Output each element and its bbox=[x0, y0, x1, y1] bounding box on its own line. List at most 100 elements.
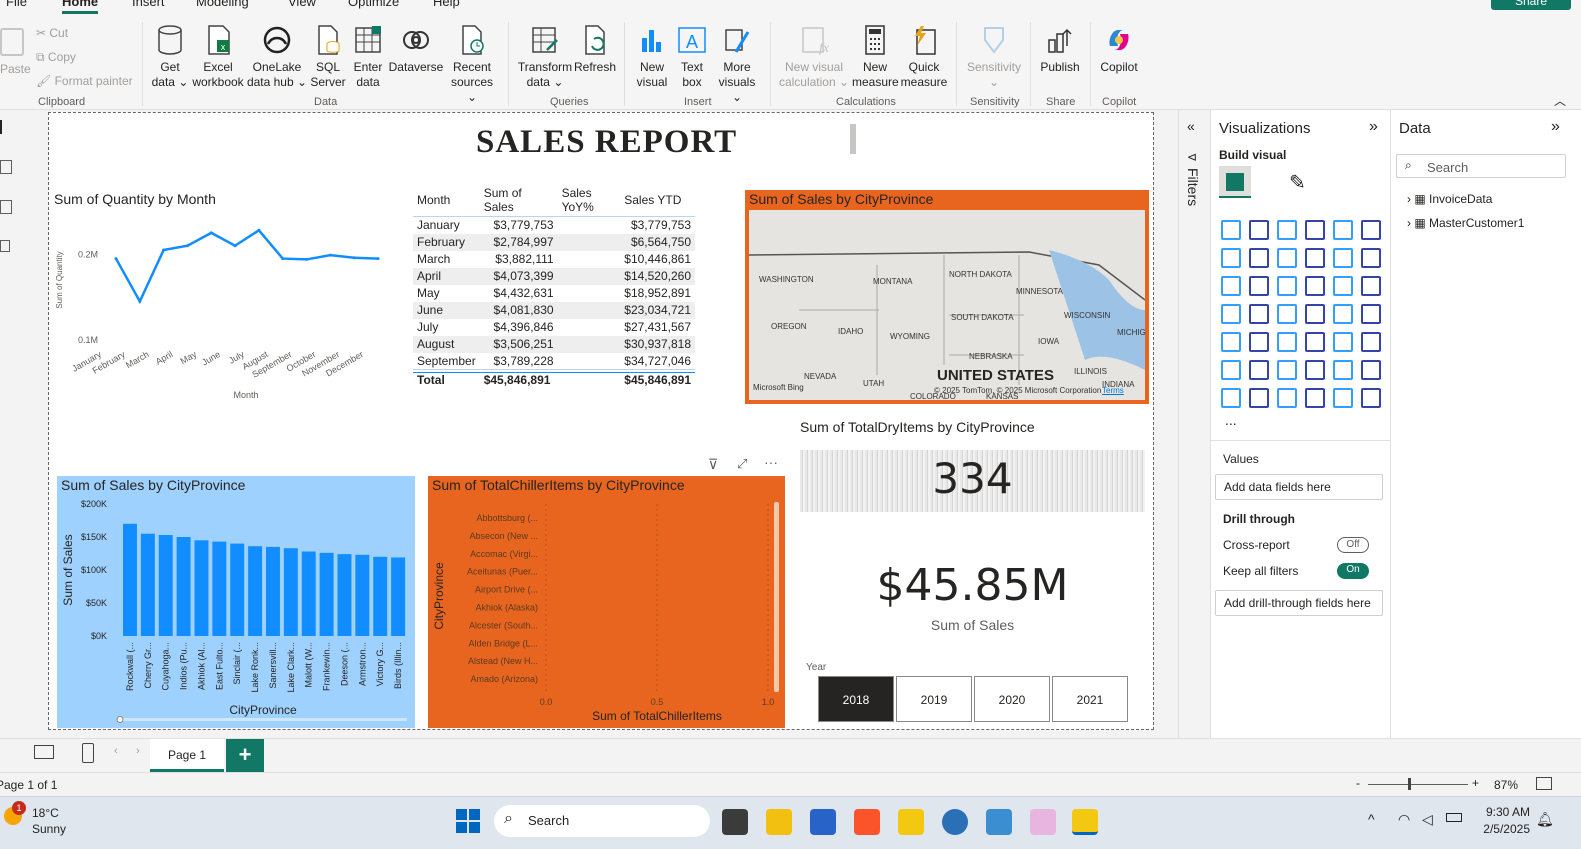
bar[interactable] bbox=[301, 551, 316, 636]
bar[interactable] bbox=[283, 548, 298, 636]
new-card-icon[interactable] bbox=[1249, 388, 1269, 408]
format-painter-button[interactable]: 🖌 Format painter bbox=[36, 74, 133, 88]
bar[interactable] bbox=[319, 552, 334, 636]
table-row[interactable]: June $4,081,830 $23,034,721 bbox=[413, 301, 695, 319]
dax-query-icon[interactable] bbox=[0, 240, 10, 252]
values-well[interactable]: Add data fields here bbox=[1215, 474, 1383, 500]
share-button[interactable]: Share bbox=[1491, 0, 1571, 10]
onelake-button[interactable]: OneLake data hub ⌄ bbox=[246, 24, 308, 90]
enter-data-button[interactable]: Enter data bbox=[350, 24, 386, 90]
line-point[interactable] bbox=[281, 257, 285, 261]
filters-label[interactable]: Filters bbox=[1185, 168, 1201, 206]
file-explorer-icon[interactable] bbox=[766, 809, 792, 835]
wifi-icon[interactable]: ◠ bbox=[1398, 811, 1410, 828]
report-view-icon[interactable] bbox=[0, 120, 12, 134]
map-terms-link[interactable]: Terms bbox=[1102, 386, 1124, 395]
collapse-data-icon[interactable]: » bbox=[1551, 118, 1560, 136]
table-row[interactable]: March $3,882,111 $10,446,861 bbox=[413, 251, 695, 268]
bar[interactable] bbox=[391, 557, 406, 636]
combo-icon[interactable] bbox=[1221, 276, 1241, 296]
bar[interactable] bbox=[248, 546, 263, 636]
bar[interactable] bbox=[123, 523, 137, 636]
focus-mode-icon[interactable]: ⤢ bbox=[737, 456, 747, 472]
tab-insert[interactable]: Insert bbox=[132, 0, 165, 9]
prev-page-icon[interactable]: ‹ bbox=[114, 745, 118, 757]
line-point[interactable] bbox=[209, 231, 213, 235]
tab-home[interactable]: Home bbox=[62, 0, 99, 14]
tray-chevron-icon[interactable]: ^ bbox=[1368, 811, 1375, 827]
more-visuals-ellipsis[interactable]: ... bbox=[1225, 412, 1237, 428]
line-point[interactable] bbox=[162, 248, 166, 252]
diamond-icon[interactable] bbox=[1333, 388, 1353, 408]
table-viz-icon[interactable] bbox=[1305, 332, 1325, 352]
new-visual-calculation-button[interactable]: fx New visual calculation ⌄ bbox=[778, 24, 850, 90]
horizontal-scrollbar[interactable] bbox=[117, 718, 407, 721]
desktop-layout-icon[interactable] bbox=[34, 745, 54, 759]
line-point[interactable] bbox=[328, 253, 332, 257]
scatter-icon[interactable] bbox=[1305, 276, 1325, 296]
tab-modeling[interactable]: Modeling bbox=[196, 0, 249, 9]
clock-date[interactable]: 2/5/2025 bbox=[1476, 822, 1530, 836]
more-options-icon[interactable]: ··· bbox=[764, 454, 778, 470]
volume-icon[interactable]: ◁ bbox=[1422, 811, 1433, 828]
model-view-icon[interactable] bbox=[0, 200, 12, 214]
quantity-line[interactable] bbox=[114, 228, 379, 305]
collapse-ribbon-icon[interactable]: ︿ bbox=[1554, 92, 1566, 109]
narrative-icon[interactable] bbox=[1333, 360, 1353, 380]
filter-icon[interactable]: ⊽ bbox=[708, 456, 718, 473]
line-column-icon[interactable] bbox=[1333, 248, 1353, 268]
line-point[interactable] bbox=[376, 257, 380, 261]
bar[interactable] bbox=[337, 554, 352, 636]
matrix-icon[interactable] bbox=[1333, 332, 1353, 352]
kpi-icon[interactable] bbox=[1249, 332, 1269, 352]
copilot-button[interactable]: Copilot bbox=[1096, 24, 1142, 75]
goals-icon[interactable] bbox=[1361, 360, 1381, 380]
drill-through-well[interactable]: Add drill-through fields here bbox=[1215, 590, 1383, 616]
table-header-ytd[interactable]: Sales YTD bbox=[620, 184, 695, 217]
bar[interactable] bbox=[140, 533, 155, 636]
clock-time[interactable]: 9:30 AM bbox=[1476, 805, 1530, 819]
sales-bar-chart[interactable]: $200K $150K $100K $50K $0K Sum of Sales Rockwa… bbox=[57, 494, 415, 728]
year-option-2021[interactable]: 2021 bbox=[1052, 676, 1128, 722]
app-icon[interactable] bbox=[942, 809, 968, 835]
line-point[interactable] bbox=[233, 244, 237, 248]
line-icon[interactable] bbox=[1221, 248, 1241, 268]
clustered-column-icon[interactable] bbox=[1305, 220, 1325, 240]
fit-to-page-icon[interactable] bbox=[1536, 777, 1552, 790]
table-item-mastercustomer1[interactable]: › ▦ MasterCustomer1 bbox=[1407, 216, 1524, 230]
start-icon[interactable] bbox=[456, 809, 482, 835]
gauge-icon[interactable] bbox=[1333, 304, 1353, 324]
refresh-button[interactable]: Refresh bbox=[574, 24, 616, 75]
table-row[interactable]: April $4,073,399 $14,520,260 bbox=[413, 267, 695, 285]
task-view-icon[interactable] bbox=[722, 809, 748, 835]
page-tab-1[interactable]: Page 1 bbox=[150, 739, 224, 772]
table-row[interactable]: July $4,396,846 $27,431,567 bbox=[413, 319, 695, 336]
quantity-line-chart[interactable]: 0.2M0.1MSum of QuantityJanuaryFebruaryMa… bbox=[50, 210, 390, 410]
sql-server-button[interactable]: SQL Server bbox=[310, 24, 346, 90]
map-icon[interactable] bbox=[1249, 304, 1269, 324]
app-icon[interactable] bbox=[1030, 809, 1056, 835]
tab-view[interactable]: View bbox=[288, 0, 316, 9]
cut-button[interactable]: ✂ Cut bbox=[36, 26, 68, 40]
notifications-bell-icon[interactable]: 🔔︎ bbox=[1536, 811, 1554, 828]
power-apps-icon[interactable] bbox=[1277, 388, 1297, 408]
quick-measure-button[interactable]: Quick measure bbox=[900, 24, 948, 90]
mobile-layout-icon[interactable] bbox=[82, 743, 94, 763]
python-icon[interactable] bbox=[1221, 360, 1241, 380]
publish-button[interactable]: Publish bbox=[1036, 24, 1084, 75]
filters-pane[interactable]: « ⊲ Filters bbox=[1178, 110, 1210, 738]
table-row[interactable]: January $3,779,753 $3,779,753 bbox=[413, 217, 695, 234]
100-bar-icon[interactable] bbox=[1333, 220, 1353, 240]
waterfall-icon[interactable] bbox=[1361, 248, 1381, 268]
more-visuals-button[interactable]: More visuals ⌄ bbox=[712, 24, 762, 105]
stacked-bar-icon[interactable] bbox=[1221, 220, 1241, 240]
line-point[interactable] bbox=[114, 257, 118, 261]
store-icon[interactable] bbox=[810, 809, 836, 835]
line-point[interactable] bbox=[185, 244, 189, 248]
dataverse-button[interactable]: Dataverse bbox=[388, 24, 444, 75]
table-header-month[interactable]: Month bbox=[413, 184, 480, 217]
taskbar-search[interactable]: ⌕ Search bbox=[494, 805, 710, 837]
azure-map-icon[interactable] bbox=[1305, 304, 1325, 324]
notepad-icon[interactable] bbox=[986, 809, 1012, 835]
stacked-column-icon[interactable] bbox=[1249, 220, 1269, 240]
